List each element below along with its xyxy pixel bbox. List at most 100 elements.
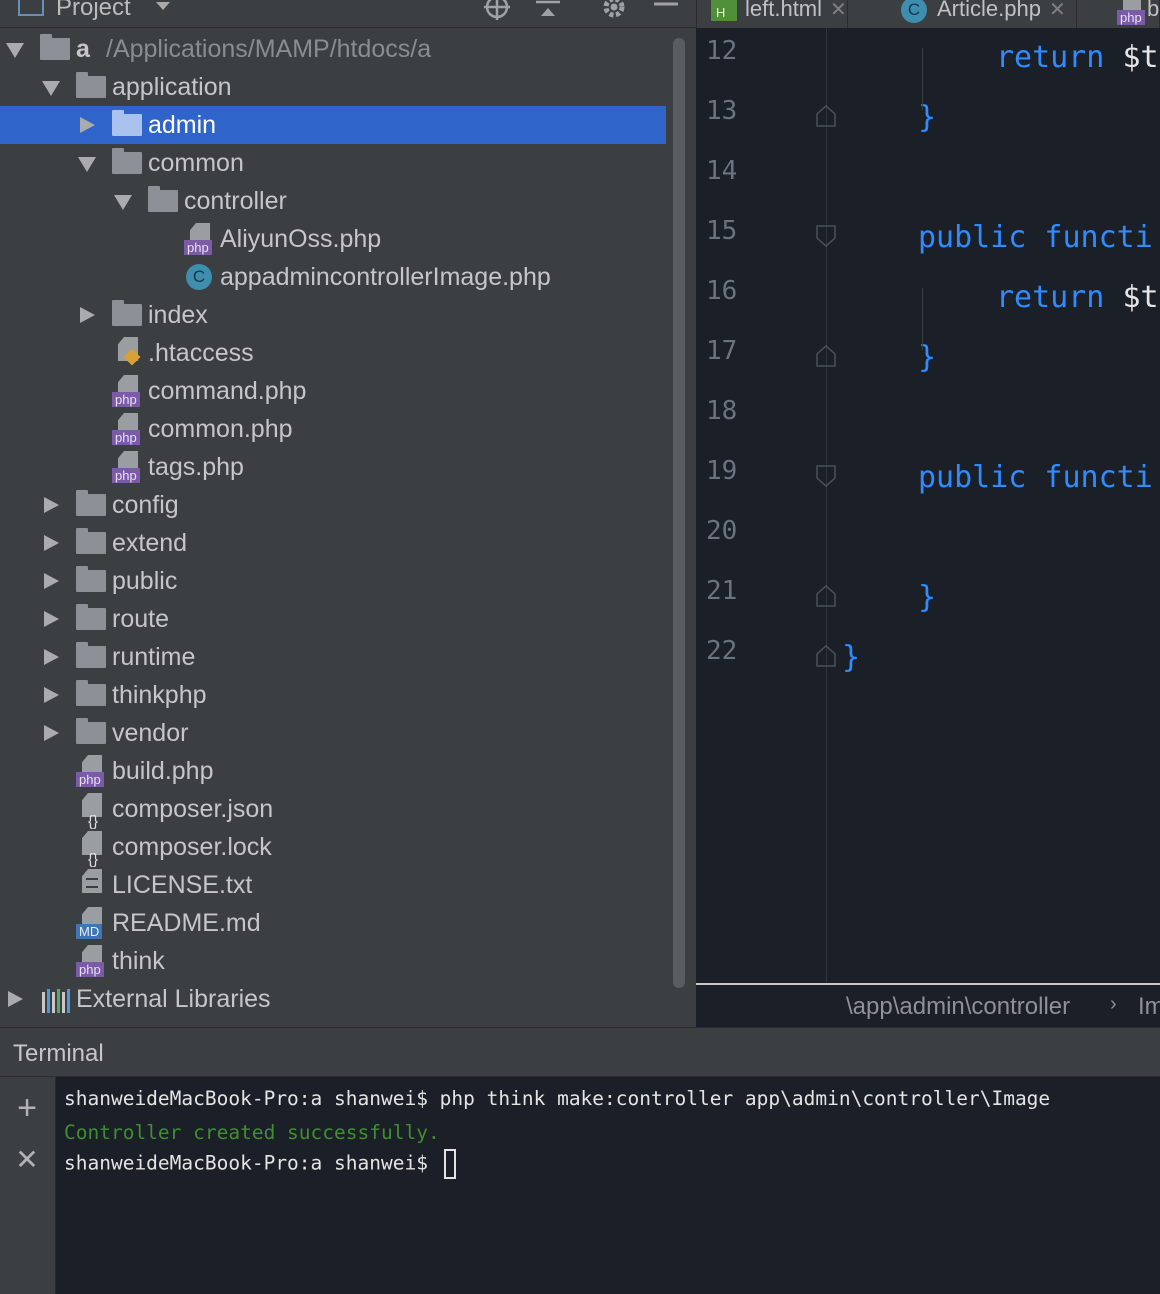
- tree-item[interactable]: vendor: [0, 714, 666, 752]
- fold-marker-icon[interactable]: [816, 644, 836, 668]
- expand-down-icon[interactable]: [42, 81, 60, 96]
- tree-item[interactable]: admin: [0, 106, 666, 144]
- expand-right-icon[interactable]: [44, 573, 59, 589]
- line-number: 19: [706, 456, 738, 486]
- terminal-cursor: [443, 1149, 456, 1179]
- tree-item-label: AliyunOss.php: [220, 225, 382, 253]
- expand-right-icon[interactable]: [80, 307, 95, 323]
- tree-item-label: public: [112, 567, 178, 595]
- line-number: 14: [706, 156, 738, 186]
- new-session-icon[interactable]: +: [12, 1091, 42, 1125]
- indent-guide: [922, 288, 923, 350]
- terminal-prompt-line: shanweideMacBook-Pro:a shanwei$: [64, 1149, 456, 1179]
- locate-file-icon[interactable]: [482, 0, 512, 22]
- collapse-all-icon[interactable]: [533, 0, 563, 22]
- tab-left-html[interactable]: Hleft.html ✕: [711, 0, 848, 28]
- expand-right-icon[interactable]: [44, 497, 59, 513]
- tree-item[interactable]: common: [0, 144, 666, 182]
- tree-item[interactable]: runtime: [0, 638, 666, 676]
- tree-item[interactable]: php build.php: [0, 752, 666, 790]
- fold-marker-icon[interactable]: [816, 584, 836, 608]
- tree-item-label: controller: [184, 187, 287, 215]
- folder-icon: [76, 680, 106, 706]
- expand-right-icon[interactable]: [44, 649, 59, 665]
- expand-down-icon[interactable]: [114, 195, 132, 210]
- tree-item-label: think: [112, 947, 165, 975]
- folder-icon: [112, 300, 142, 326]
- tree-item-label: composer.lock: [112, 833, 272, 861]
- fold-marker-icon[interactable]: [816, 224, 836, 248]
- tab-label: Article.php: [937, 0, 1041, 21]
- close-icon[interactable]: ✕: [1049, 0, 1066, 21]
- fold-marker-icon[interactable]: [816, 464, 836, 488]
- terminal-output[interactable]: shanweideMacBook-Pro:a shanwei$ php thin…: [56, 1077, 1160, 1294]
- expand-right-icon[interactable]: [44, 687, 59, 703]
- chevron-down-icon[interactable]: [156, 2, 170, 10]
- tree-item-label: composer.json: [112, 795, 274, 823]
- tree-item[interactable]: php command.php: [0, 372, 666, 410]
- tree-scrollbar[interactable]: [673, 38, 685, 988]
- line-number: 20: [706, 516, 738, 546]
- project-tree: a/Applications/MAMP/htdocs/a application a…: [0, 30, 670, 1018]
- tree-item-label: index: [148, 301, 208, 329]
- tree-item[interactable]: route: [0, 600, 666, 638]
- expand-right-icon[interactable]: [8, 991, 23, 1007]
- tab-article-php[interactable]: C Article.php ✕: [885, 0, 1077, 28]
- gear-icon[interactable]: [599, 0, 629, 22]
- class-file-icon: C: [901, 0, 927, 24]
- tree-item[interactable]: php tags.php: [0, 448, 666, 486]
- tree-item-path: /Applications/MAMP/htdocs/a: [106, 35, 432, 63]
- close-session-icon[interactable]: ✕: [12, 1145, 42, 1175]
- expand-right-icon[interactable]: [44, 725, 59, 741]
- terminal-title[interactable]: Terminal: [13, 1040, 104, 1068]
- hide-panel-icon[interactable]: [651, 0, 681, 22]
- tree-item[interactable]: application: [0, 68, 666, 106]
- code-editor[interactable]: 12 return $t 13} 14 15 public functi 16 return …: [696, 28, 1160, 983]
- close-icon[interactable]: ✕: [830, 0, 847, 21]
- expand-right-icon[interactable]: [44, 535, 59, 551]
- tree-item[interactable]: MD README.md: [0, 904, 666, 942]
- tree-item[interactable]: LICENSE.txt: [0, 866, 666, 904]
- code-token: }: [842, 640, 861, 675]
- folder-icon: [148, 186, 178, 212]
- breadcrumb-class[interactable]: Im: [1138, 993, 1160, 1021]
- tree-item[interactable]: config: [0, 486, 666, 524]
- tree-item[interactable]: thinkphp: [0, 676, 666, 714]
- folder-icon: [76, 490, 106, 516]
- expand-right-icon[interactable]: [44, 611, 59, 627]
- library-icon: [42, 989, 70, 1013]
- folder-icon: [76, 604, 106, 630]
- tree-item[interactable]: {} composer.json: [0, 790, 666, 830]
- line-number: 12: [706, 36, 738, 66]
- project-panel-title[interactable]: Project: [56, 0, 131, 22]
- code-token: return $t: [996, 280, 1159, 315]
- tree-item[interactable]: controller: [0, 182, 666, 220]
- folder-icon: [112, 148, 142, 174]
- tree-item[interactable]: {} composer.lock: [0, 828, 666, 868]
- tree-item[interactable]: public: [0, 562, 666, 600]
- breadcrumb-namespace[interactable]: \app\admin\controller: [846, 993, 1070, 1021]
- code-token: public functi: [918, 460, 1153, 495]
- tree-item[interactable]: a/Applications/MAMP/htdocs/a: [0, 30, 666, 68]
- tree-item[interactable]: php AliyunOss.php: [0, 220, 666, 258]
- html-file-icon: H: [711, 0, 737, 22]
- tree-item[interactable]: CappadmincontrollerImage.php: [0, 258, 666, 296]
- fold-marker-icon[interactable]: [816, 104, 836, 128]
- fold-marker-icon[interactable]: [816, 344, 836, 368]
- tree-item[interactable]: php common.php: [0, 410, 666, 448]
- tree-item-label: tags.php: [148, 453, 244, 481]
- tab-php-file[interactable]: php b: [1101, 0, 1160, 28]
- code-token: return $t: [996, 40, 1159, 75]
- text-file-icon: [76, 869, 108, 901]
- tree-item[interactable]: php think: [0, 942, 666, 980]
- expand-down-icon[interactable]: [78, 157, 96, 172]
- expand-down-icon[interactable]: [6, 43, 24, 58]
- tree-item[interactable]: .htaccess: [0, 334, 666, 372]
- tree-item[interactable]: index: [0, 296, 666, 334]
- expand-right-icon[interactable]: [80, 117, 95, 133]
- php-file-icon: php: [112, 375, 144, 407]
- breadcrumb: \app\admin\controller › Im: [696, 983, 1160, 1027]
- tree-item[interactable]: extend: [0, 524, 666, 562]
- tree-item-label: admin: [148, 111, 217, 139]
- tree-item[interactable]: External Libraries: [0, 980, 666, 1018]
